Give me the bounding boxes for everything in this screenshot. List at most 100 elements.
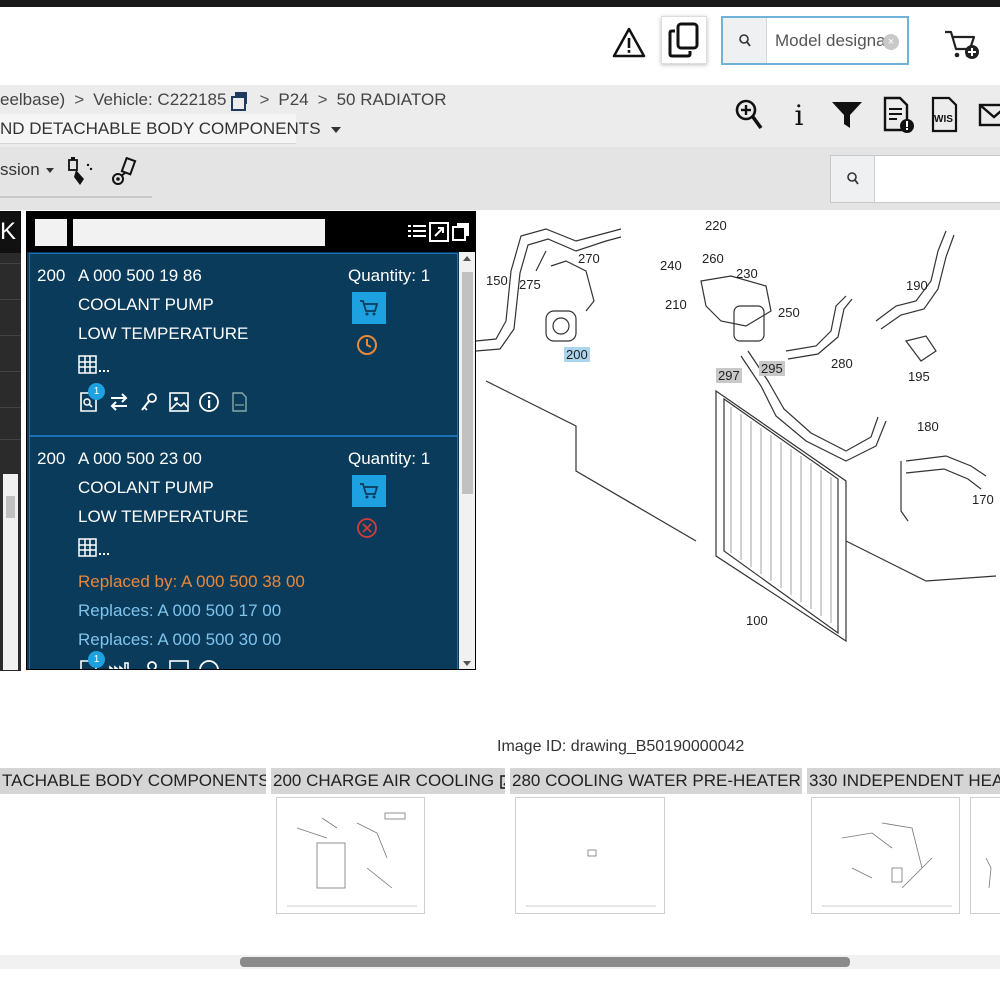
- diagram-label[interactable]: 240: [660, 258, 682, 273]
- thumbnail-image[interactable]: [276, 797, 425, 914]
- add-to-cart-button[interactable]: [352, 475, 386, 507]
- divider: [0, 335, 21, 336]
- wis-icon[interactable]: WIS: [927, 96, 963, 134]
- notification-badge: 1: [88, 383, 105, 400]
- cancel-icon: [356, 517, 378, 539]
- thumbnail-title[interactable]: TACHABLE BODY COMPONENTS: [0, 768, 266, 794]
- key-icon[interactable]: [138, 659, 160, 669]
- scrollbar-thumb[interactable]: [6, 496, 15, 518]
- thumbnail-image[interactable]: [970, 797, 1000, 914]
- cart-icon: [360, 483, 379, 499]
- breadcrumb-item-current[interactable]: 50 RADIATOR: [337, 90, 447, 110]
- diagram-label[interactable]: 275: [519, 277, 541, 292]
- replaces-link[interactable]: Replaces: A 000 500 17 00: [78, 601, 281, 621]
- search-icon[interactable]: [723, 18, 767, 63]
- diagram-label[interactable]: 297: [716, 368, 742, 383]
- parts-filter-input[interactable]: [73, 219, 325, 246]
- thumbnail-title[interactable]: 330 INDEPENDENT HEATI: [807, 768, 1000, 794]
- thumbnail-image[interactable]: [811, 797, 960, 914]
- key-icon[interactable]: [138, 391, 160, 413]
- part-quantity: Quantity: 1: [348, 266, 431, 285]
- part-number[interactable]: A 000 500 23 00: [78, 449, 202, 469]
- diagram-label[interactable]: 195: [908, 369, 930, 384]
- document-search-icon[interactable]: 1: [78, 383, 105, 413]
- zoom-in-icon[interactable]: [731, 96, 767, 134]
- diagram-label[interactable]: 260: [702, 251, 724, 266]
- table-icon[interactable]: [78, 354, 112, 376]
- search-icon[interactable]: [831, 156, 875, 202]
- wis-document-icon[interactable]: [228, 391, 250, 413]
- diagram-label[interactable]: 150: [486, 273, 508, 288]
- swap-icon[interactable]: [108, 391, 130, 413]
- copy-icon[interactable]: [451, 222, 471, 242]
- breadcrumb-item[interactable]: eelbase): [0, 90, 65, 110]
- add-to-cart-button[interactable]: [352, 292, 386, 324]
- select-all-input[interactable]: [35, 219, 67, 246]
- diagram-label[interactable]: 170: [972, 492, 994, 507]
- diagram-label[interactable]: 220: [705, 218, 727, 233]
- thumbnail-title[interactable]: 200 CHARGE AIR COOLING: [271, 768, 505, 794]
- chevron-down-icon: [330, 126, 341, 133]
- scrollbar-thumb[interactable]: [462, 272, 473, 494]
- copy-button[interactable]: [661, 16, 707, 64]
- diagram-label[interactable]: 250: [778, 305, 800, 320]
- info-icon[interactable]: i: [781, 96, 817, 134]
- spray-icon[interactable]: [66, 157, 94, 187]
- warning-icon[interactable]: [611, 25, 647, 61]
- diagram-label[interactable]: 190: [906, 278, 928, 293]
- diagram-label[interactable]: 210: [665, 297, 687, 312]
- replaces-link[interactable]: Replaces: A 000 500 30 00: [78, 630, 281, 650]
- model-search[interactable]: Model designa ×: [721, 16, 909, 65]
- part-actions: 1: [78, 383, 250, 415]
- mail-icon[interactable]: [975, 96, 1000, 134]
- thumbnail-label: 200 CHARGE AIR COOLING: [273, 771, 495, 790]
- diagram-label-selected[interactable]: 200: [564, 347, 590, 362]
- replaced-by-link[interactable]: Replaced by: A 000 500 38 00: [78, 572, 305, 592]
- diagram-label[interactable]: 100: [746, 613, 768, 628]
- diagram-label[interactable]: 270: [578, 251, 600, 266]
- breadcrumb-item-vehicle[interactable]: Vehicle: C222185: [93, 90, 226, 110]
- document-alert-icon[interactable]: [880, 96, 916, 134]
- image-icon[interactable]: [168, 659, 190, 669]
- group-dropdown[interactable]: ND DETACHABLE BODY COMPONENTS: [0, 114, 341, 144]
- expand-icon[interactable]: [429, 222, 449, 242]
- diagram-label[interactable]: 280: [831, 356, 853, 371]
- part-item[interactable]: 200 A 000 500 23 00 COOLANT PUMP LOW TEM…: [29, 436, 458, 669]
- top-strip: [0, 0, 1000, 7]
- scroll-down-arrow[interactable]: [463, 661, 471, 666]
- breadcrumb-item[interactable]: P24: [278, 90, 308, 110]
- factory-icon[interactable]: [108, 659, 130, 669]
- session-dropdown[interactable]: ssion: [0, 160, 54, 180]
- clear-icon[interactable]: ×: [883, 34, 899, 50]
- edit-icon[interactable]: [500, 774, 505, 789]
- list-view-icon[interactable]: [407, 222, 427, 242]
- model-search-input[interactable]: Model designa: [775, 18, 893, 63]
- document-search-icon[interactable]: 1: [78, 651, 105, 669]
- image-icon[interactable]: [168, 391, 190, 413]
- info-icon[interactable]: [198, 391, 220, 413]
- info-icon[interactable]: [198, 659, 220, 669]
- thumbnail-image[interactable]: [515, 797, 665, 914]
- filter-icon[interactable]: [829, 96, 865, 134]
- thumbnail-scrollbar[interactable]: [0, 955, 1000, 969]
- scrollbar-thumb[interactable]: [240, 957, 850, 967]
- diagram-label[interactable]: 230: [736, 266, 758, 281]
- cart-add-icon[interactable]: [943, 28, 983, 62]
- scroll-up-arrow[interactable]: [463, 256, 471, 261]
- thumbnail-title[interactable]: 280 COOLING WATER PRE-HEATER: [510, 768, 802, 794]
- diagram-label[interactable]: 295: [759, 361, 785, 376]
- collapse-icon[interactable]: K: [0, 211, 21, 253]
- diagram-label[interactable]: 180: [917, 419, 939, 434]
- parts-list-scrollbar[interactable]: [459, 252, 475, 669]
- table-icon[interactable]: [78, 537, 112, 559]
- part-number[interactable]: A 000 500 19 86: [78, 266, 202, 286]
- toolbar-divider: [0, 196, 152, 198]
- copy-vehicle-icon[interactable]: [231, 92, 248, 111]
- session-label: ssion: [0, 160, 40, 179]
- parts-tools-icon[interactable]: [111, 156, 139, 187]
- parts-search[interactable]: [830, 155, 1000, 203]
- part-name: COOLANT PUMP: [78, 295, 214, 314]
- parts-diagram[interactable]: 220 150 270 240 260 230 275 210 250 190 …: [476, 211, 1000, 671]
- part-item[interactable]: 200 A 000 500 19 86 COOLANT PUMP LOW TEM…: [29, 253, 458, 436]
- left-scrollbar[interactable]: [3, 474, 18, 670]
